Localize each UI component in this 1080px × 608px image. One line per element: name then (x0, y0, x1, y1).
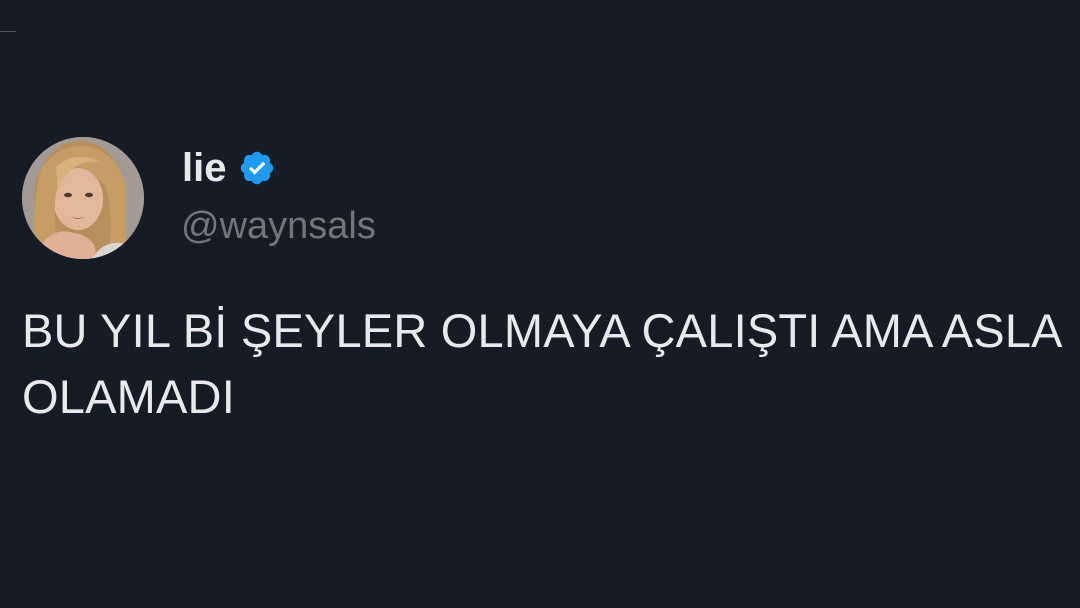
user-header: lie (182, 144, 276, 192)
tweet-card: lie @waynsals BU YIL Bİ ŞEYLER OLMAYA ÇA… (0, 0, 1080, 608)
tweet-text: BU YIL Bİ ŞEYLER OLMAYA ÇALIŞTI AMA ASLA… (22, 304, 1061, 423)
display-name[interactable]: lie (182, 144, 226, 192)
user-handle[interactable]: @waynsals (181, 203, 376, 249)
corner-divider (0, 31, 16, 32)
verified-badge-icon (241, 151, 274, 185)
avatar[interactable] (22, 137, 144, 259)
